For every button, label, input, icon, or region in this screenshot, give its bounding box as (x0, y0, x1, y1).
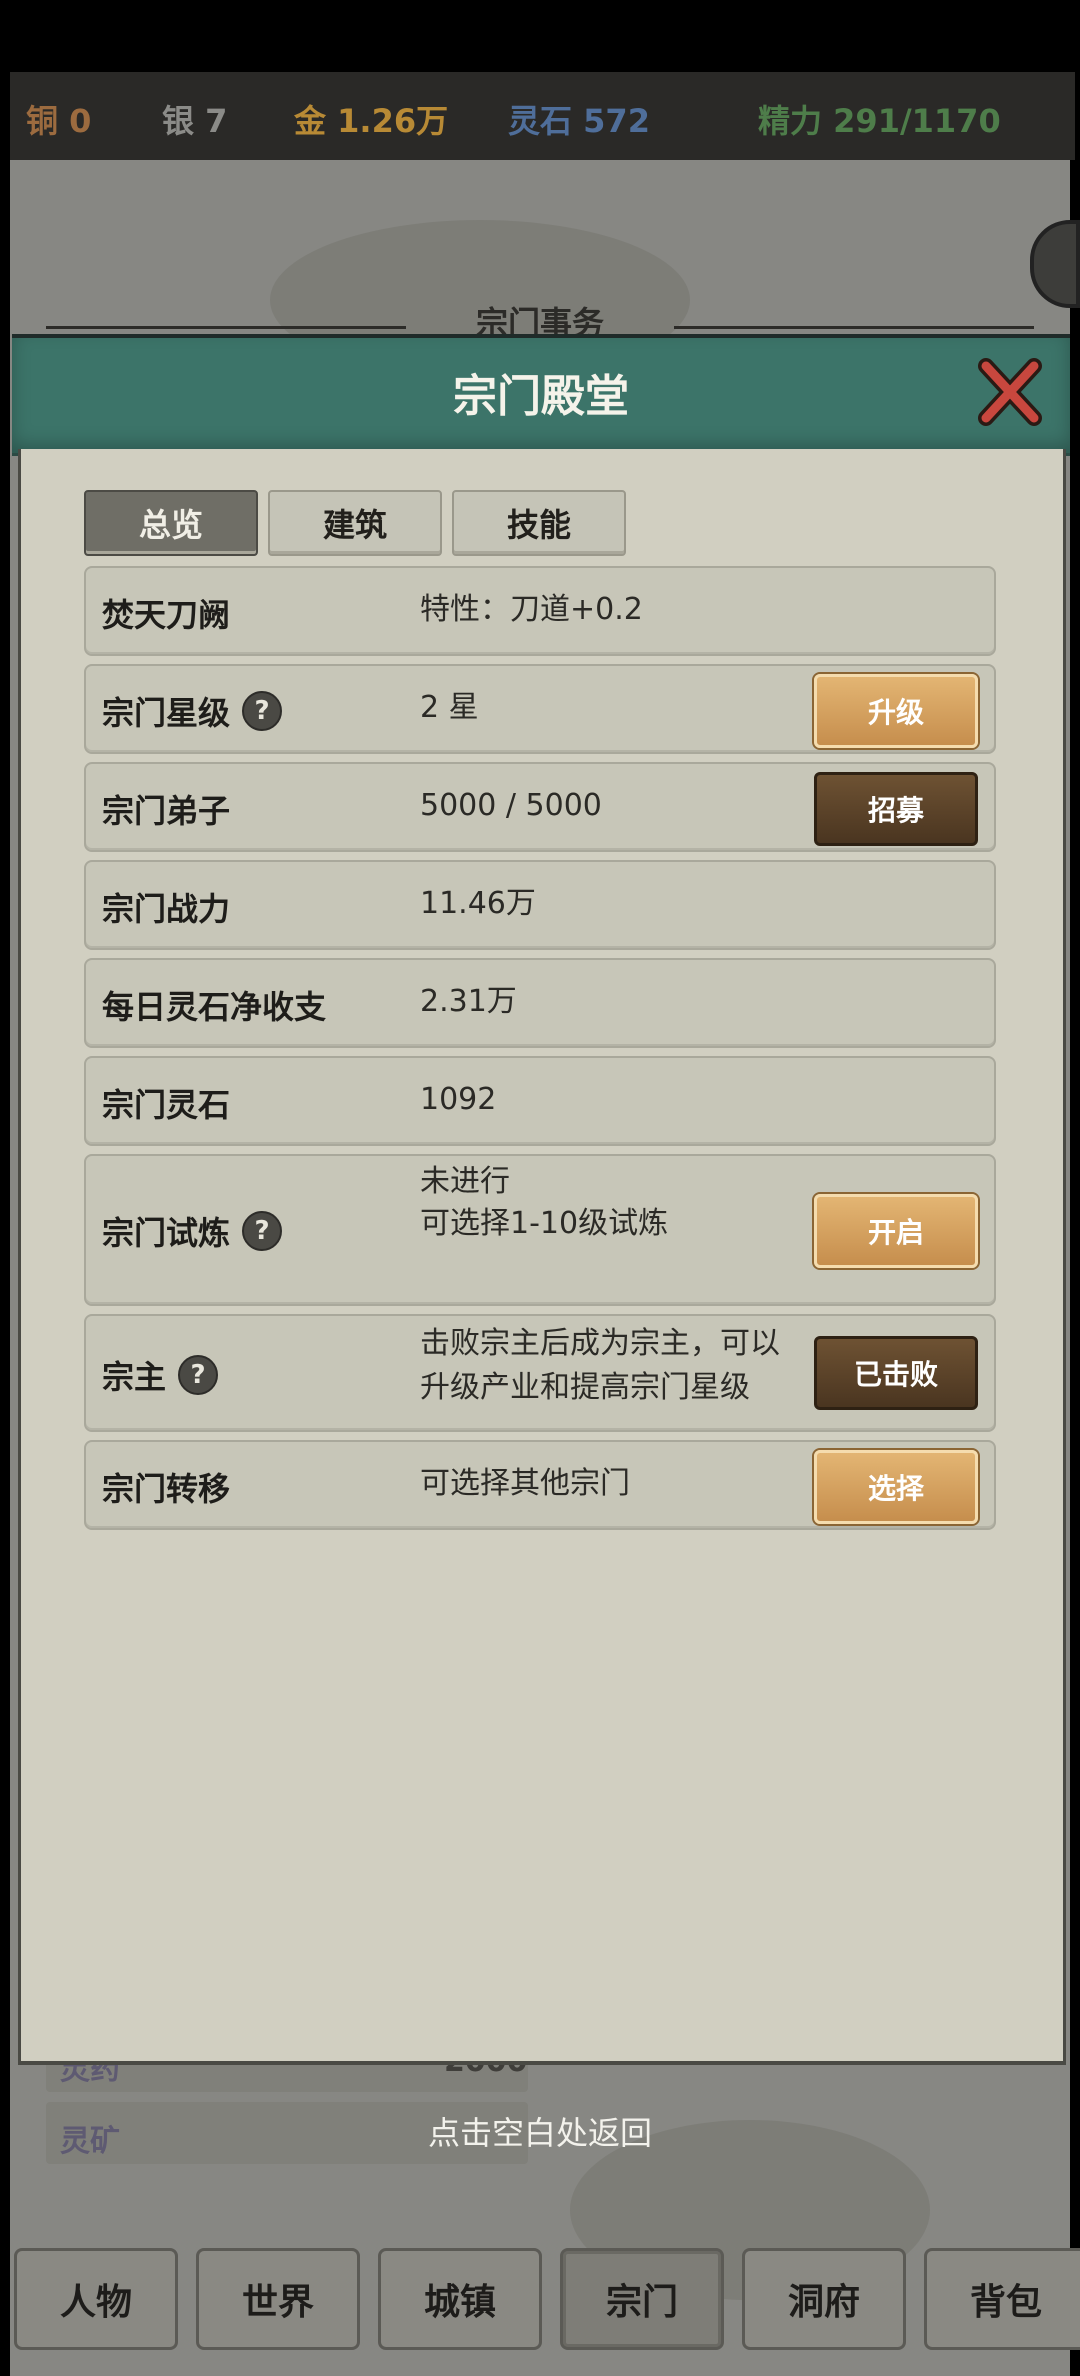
sect-spirit-stone-label: 宗门灵石 (102, 1086, 231, 1124)
gold-currency: 金 1.26万 (294, 102, 449, 140)
sect-trial-label: 宗门试炼 ? (102, 1208, 283, 1254)
upgrade-button[interactable]: 升级 (814, 674, 978, 748)
sect-transfer-row: 宗门转移 可选择其他宗门 选择 (84, 1440, 996, 1530)
tap-to-return-hint[interactable]: 点击空白处返回 (0, 2108, 1080, 2154)
recruit-button[interactable]: 招募 (814, 772, 978, 846)
sect-trait: 特性：刀道+0.2 (420, 592, 643, 627)
sect-master-label: 宗主 ? (102, 1352, 219, 1398)
sect-transfer-value: 可选择其他宗门 (420, 1466, 630, 1501)
sect-master-row: 宗主 ? 击败宗主后成为宗主，可以 升级产业和提高宗门星级 已击败 (84, 1314, 996, 1432)
sect-name-row: 焚天刀阙 特性：刀道+0.2 (84, 566, 996, 656)
defeated-button[interactable]: 已击败 (814, 1336, 978, 1410)
nav-world[interactable]: 世界 (196, 2248, 360, 2350)
tab-skills[interactable]: 技能 (452, 490, 626, 556)
sect-star-row: 宗门星级 ? 2 星 升级 (84, 664, 996, 754)
help-icon[interactable]: ? (178, 1355, 219, 1395)
sect-trial-desc: 可选择1-10级试炼 (420, 1206, 669, 1241)
close-icon (978, 358, 1042, 426)
dialog-title: 宗门殿堂 (453, 371, 629, 422)
tab-buildings[interactable]: 建筑 (268, 490, 442, 556)
select-button[interactable]: 选择 (814, 1450, 978, 1524)
sect-power-label: 宗门战力 (102, 890, 231, 928)
daily-income-row: 每日灵石净收支 2.31万 (84, 958, 996, 1048)
nav-cave[interactable]: 洞府 (742, 2248, 906, 2350)
bottom-nav: 人物 世界 城镇 宗门 洞府 背包 (14, 2248, 1080, 2350)
sect-disciples-value: 5000 / 5000 (420, 788, 602, 823)
info-list: 焚天刀阙 特性：刀道+0.2 宗门星级 ? 2 星 升级 宗门弟子 5000 /… (84, 566, 996, 1538)
nav-sect[interactable]: 宗门 (560, 2248, 724, 2350)
daily-income-label: 每日灵石净收支 (102, 988, 327, 1026)
currency-bar: 铜 0 银 7 金 1.26万 灵石 572 精力 291/1170 (10, 72, 1075, 160)
sect-trial-status: 未进行 (420, 1164, 510, 1199)
sect-disciples-label: 宗门弟子 (102, 792, 231, 830)
sect-power-value: 11.46万 (420, 886, 536, 921)
sect-disciples-row: 宗门弟子 5000 / 5000 招募 (84, 762, 996, 852)
nav-backpack[interactable]: 背包 (924, 2248, 1080, 2350)
daily-income-value: 2.31万 (420, 984, 517, 1019)
sect-master-desc-line1: 击败宗主后成为宗主，可以 (420, 1326, 780, 1361)
sect-spirit-stone-row: 宗门灵石 1092 (84, 1056, 996, 1146)
close-button[interactable] (970, 352, 1050, 432)
sect-trial-row: 宗门试炼 ? 未进行 可选择1-10级试炼 开启 (84, 1154, 996, 1306)
start-trial-button[interactable]: 开启 (814, 1194, 978, 1268)
sect-star-value: 2 星 (420, 690, 479, 725)
nav-town[interactable]: 城镇 (378, 2248, 542, 2350)
tab-bar: 总览 建筑 技能 (84, 490, 626, 556)
spirit-stone-currency: 灵石 572 (508, 102, 650, 140)
sect-power-row: 宗门战力 11.46万 (84, 860, 996, 950)
sect-transfer-label: 宗门转移 (102, 1470, 231, 1508)
help-icon[interactable]: ? (242, 1211, 283, 1251)
copper-currency: 铜 0 (26, 102, 92, 140)
silver-currency: 银 7 (162, 102, 228, 140)
help-icon[interactable]: ? (242, 691, 283, 731)
sect-name: 焚天刀阙 (102, 596, 231, 634)
sect-spirit-stone-value: 1092 (420, 1082, 497, 1117)
dialog-title-bar: 宗门殿堂 (12, 334, 1070, 456)
sect-star-label: 宗门星级 ? (102, 688, 283, 734)
nav-character[interactable]: 人物 (14, 2248, 178, 2350)
sect-master-desc-line2: 升级产业和提高宗门星级 (420, 1370, 750, 1405)
tab-overview[interactable]: 总览 (84, 490, 258, 556)
energy-currency: 精力 291/1170 (758, 102, 1001, 140)
